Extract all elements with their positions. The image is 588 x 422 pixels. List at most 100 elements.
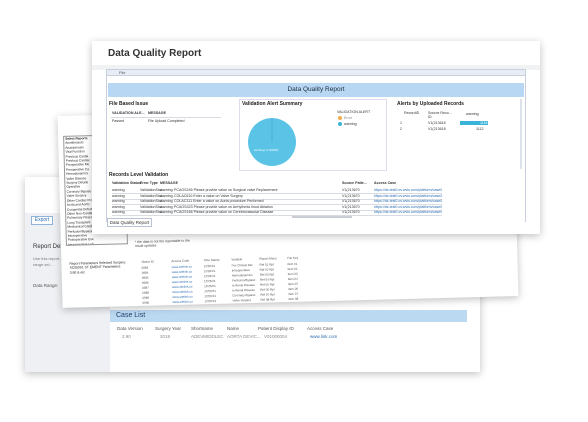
mini-cell: item 05 [287, 281, 298, 287]
mini-cell: Ref 04 Rpt [259, 277, 275, 282]
col-patient-display-id: Patient Display ID [258, 326, 294, 331]
col-message: MESSAGE [160, 181, 178, 185]
mini-cell: item 01 [287, 261, 298, 267]
mini-cell: 0988 [142, 290, 149, 295]
alerts-col-source: Source Reco... ID [428, 111, 452, 120]
export-button[interactable]: Export [31, 216, 53, 225]
records-cell: warning [160, 193, 173, 198]
col-error-type: Error Type [140, 181, 158, 185]
mini-cell: 0990 [142, 300, 150, 305]
mini-access-link[interactable]: www.sitelink.co [172, 275, 192, 280]
records-cell: warning [160, 199, 173, 203]
col-surgery-year: Surgery Year [155, 326, 182, 331]
mini-col-variable: Variable [231, 257, 243, 262]
alerts-row-2-source: V1(213618 [428, 127, 446, 131]
mini-cell: 0985 [141, 275, 149, 280]
alerts-row-1-source: V1(213618 [428, 121, 446, 125]
mini-cell: Intraoperative [231, 268, 251, 273]
mini-cell: Is Renal Disease [232, 287, 255, 293]
access-case-link[interactable]: https://ds.test0.ov.wvis.com/platform/ca… [374, 199, 442, 203]
mini-access-link[interactable]: www.sitelink.co [172, 285, 192, 290]
report-collage: Export Report Des Use this report ... va… [0, 0, 588, 422]
mini-cell: Perfusion/Bypass [231, 277, 256, 283]
mini-cell: 12/26/21 [203, 268, 216, 274]
records-cell: V1(213670 [342, 204, 360, 209]
validation-pie-chart[interactable] [242, 113, 302, 171]
col-name: Name [227, 326, 240, 331]
mini-cell: Ref 08 Rpt [260, 297, 275, 302]
mini-cell: Valve Surgery [232, 297, 252, 303]
access-case-link[interactable]: https://ds.test0.ov.wvis.com/platform/ca… [374, 205, 442, 209]
access-case-link[interactable]: https://ds.test0.ov.wvis.com/platform/ca… [374, 188, 442, 192]
tab-data-quality-report[interactable]: Data Quality Report [107, 218, 152, 227]
records-cell: PCAOS423 Please provide value on Arrhyth… [174, 204, 273, 209]
col-shortname: Shortname [191, 326, 214, 331]
pie-data-label: warning: 2 (100%) [254, 148, 279, 152]
mini-access-link[interactable]: www.sitelink.co [172, 270, 192, 275]
legend-error-swatch [338, 116, 342, 120]
records-cell: V1(213670 [342, 199, 360, 203]
mini-col-file: File Key [287, 255, 299, 261]
records-cell: PCAOS166 Please provide value on Cerebro… [174, 210, 274, 214]
records-table-row[interactable]: warning ValidationStat... warning PCAOS166 … [112, 210, 442, 216]
scrollbar[interactable] [520, 99, 522, 169]
report-section-item[interactable]: Intraoperative Lab [67, 241, 127, 246]
legend-title: VALIDATION ALERT [337, 110, 371, 114]
mini-access-link[interactable]: www.sitelink.co [172, 290, 192, 295]
mini-col-time: Time Stamp [203, 257, 220, 263]
col-validation-status: Validation Status [112, 181, 141, 185]
records-cell: warning [112, 204, 125, 209]
records-cell: warning [112, 193, 125, 198]
mini-cell: 12/26/21 [203, 273, 216, 279]
legend-error-label[interactable]: Error [344, 116, 352, 120]
cell-patient-display-id: V01000004 [264, 334, 288, 339]
mini-cell: item 08 [288, 296, 299, 302]
file-issue-message: File Upload Completed [148, 119, 185, 123]
records-cell: V1(213670 [342, 193, 360, 198]
report-description-title: Report Des [33, 244, 64, 250]
access-case-link[interactable]: https://ds.test0.ov.wvis.com/platform/ca… [374, 194, 442, 198]
mini-access-link[interactable]: www.sitelink.co [172, 295, 192, 300]
mini-cell: 0984 [141, 270, 149, 275]
alerts-row-2-value: 1112 [476, 127, 484, 131]
mini-cell: item 07 [288, 291, 299, 297]
alerts-row-1-value: 1118 [480, 121, 488, 125]
case-list-header: Case List [110, 310, 467, 322]
mini-cell: 0987 [142, 285, 149, 290]
tab-file[interactable]: File [106, 69, 526, 76]
mini-access-link[interactable]: www.sitelink.co [172, 280, 192, 285]
divider [112, 215, 442, 216]
mini-cell: item 04 [287, 276, 298, 282]
validation-summary-title: Validation Alert Summary [242, 101, 303, 107]
mini-cell: 12/26/21 [203, 263, 216, 269]
mini-col-report: Report Menu [259, 256, 277, 261]
mini-cell: 12/26/21 [204, 288, 216, 294]
mini-cell: 0986 [141, 280, 149, 285]
horizontal-scrollbar[interactable] [292, 216, 352, 218]
case-access-link[interactable]: www.link.com [310, 334, 337, 339]
records-cell: warning [160, 188, 173, 192]
records-cell: warning [160, 210, 173, 214]
records-cell: V1(213670 [342, 210, 360, 214]
cell-shortname: ADEVMIDDLEC [191, 334, 224, 339]
access-case-link[interactable]: https://ds.test0.ov.wvis.com/platform/ca… [374, 210, 442, 214]
file-issue-col-alert: VALIDATION ALE... [112, 111, 145, 115]
file-issue-status: Passed [112, 119, 124, 123]
mini-cell: 12/26/21 [204, 283, 216, 289]
col-source-patient: Source Patie... [342, 181, 367, 185]
mini-cell: Ref 05 Rpt [259, 282, 275, 287]
file-issue-col-message: MESSAGE [148, 111, 166, 115]
records-cell: warning [112, 188, 125, 192]
mini-cell: item 06 [288, 286, 299, 292]
alerts-col-warning: warning [466, 112, 479, 116]
col-access-case: Access Case [374, 181, 397, 185]
records-cell: warning [112, 210, 125, 214]
mini-cell: 12/26/21 [204, 298, 217, 304]
mini-cell: Ref 06 Rpt [260, 287, 275, 292]
legend-warning-label[interactable]: warning [344, 122, 357, 126]
mini-cell: Ref 01 Rpt [259, 262, 274, 267]
mini-access-link[interactable]: www.sitelink.co [172, 265, 192, 270]
mini-cell: 12/26/21 [204, 293, 217, 299]
records-cell: PCAOS245 Please provide value on Surgica… [174, 188, 278, 192]
mini-access-link[interactable]: www.sitelink.co [172, 300, 192, 305]
